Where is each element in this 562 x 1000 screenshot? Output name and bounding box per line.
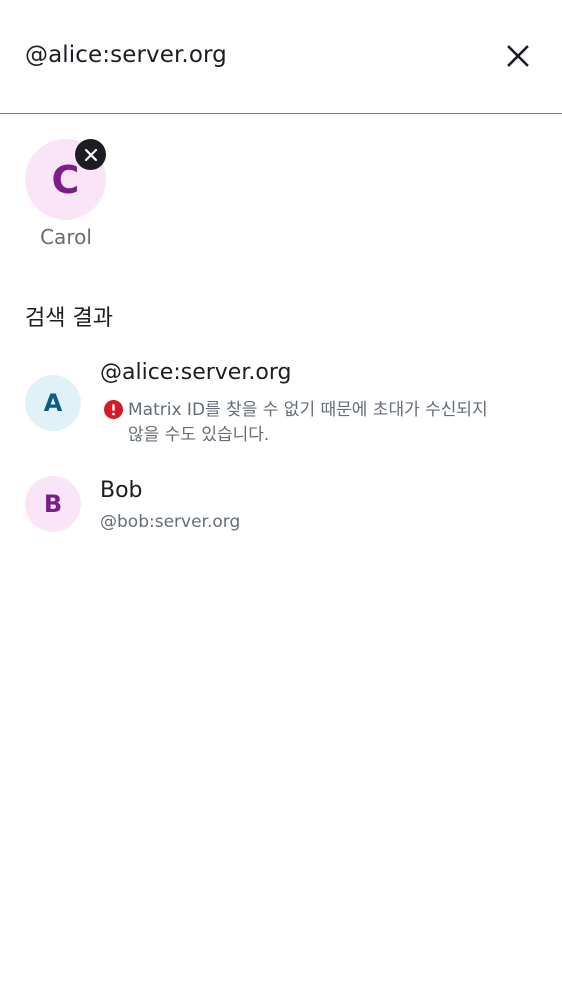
close-button[interactable] <box>500 38 536 74</box>
result-user-id: @bob:server.org <box>100 512 241 532</box>
avatar: A <box>25 375 81 431</box>
search-input[interactable]: @alice:server.org <box>25 42 227 68</box>
remove-user-button[interactable] <box>75 139 106 170</box>
warning-text: Matrix ID를 찾을 수 없기 때문에 초대가 수신되지 않을 수도 있습… <box>128 400 488 445</box>
avatar-initial: C <box>51 157 80 202</box>
avatar: B <box>25 476 81 532</box>
search-result-bob[interactable]: B Bob @bob:server.org <box>0 470 562 540</box>
avatar-initial: B <box>43 490 63 518</box>
selected-user-carol: C Carol <box>25 139 107 249</box>
close-icon <box>84 148 97 161</box>
avatar-initial: A <box>43 389 63 417</box>
result-name: Bob <box>100 478 143 503</box>
close-icon <box>507 45 529 67</box>
error-icon <box>104 400 123 419</box>
search-bar[interactable]: @alice:server.org <box>0 0 562 114</box>
selected-user-name: Carol <box>40 225 92 249</box>
section-title: 검색 결과 <box>25 306 113 331</box>
result-name: @alice:server.org <box>100 360 292 385</box>
